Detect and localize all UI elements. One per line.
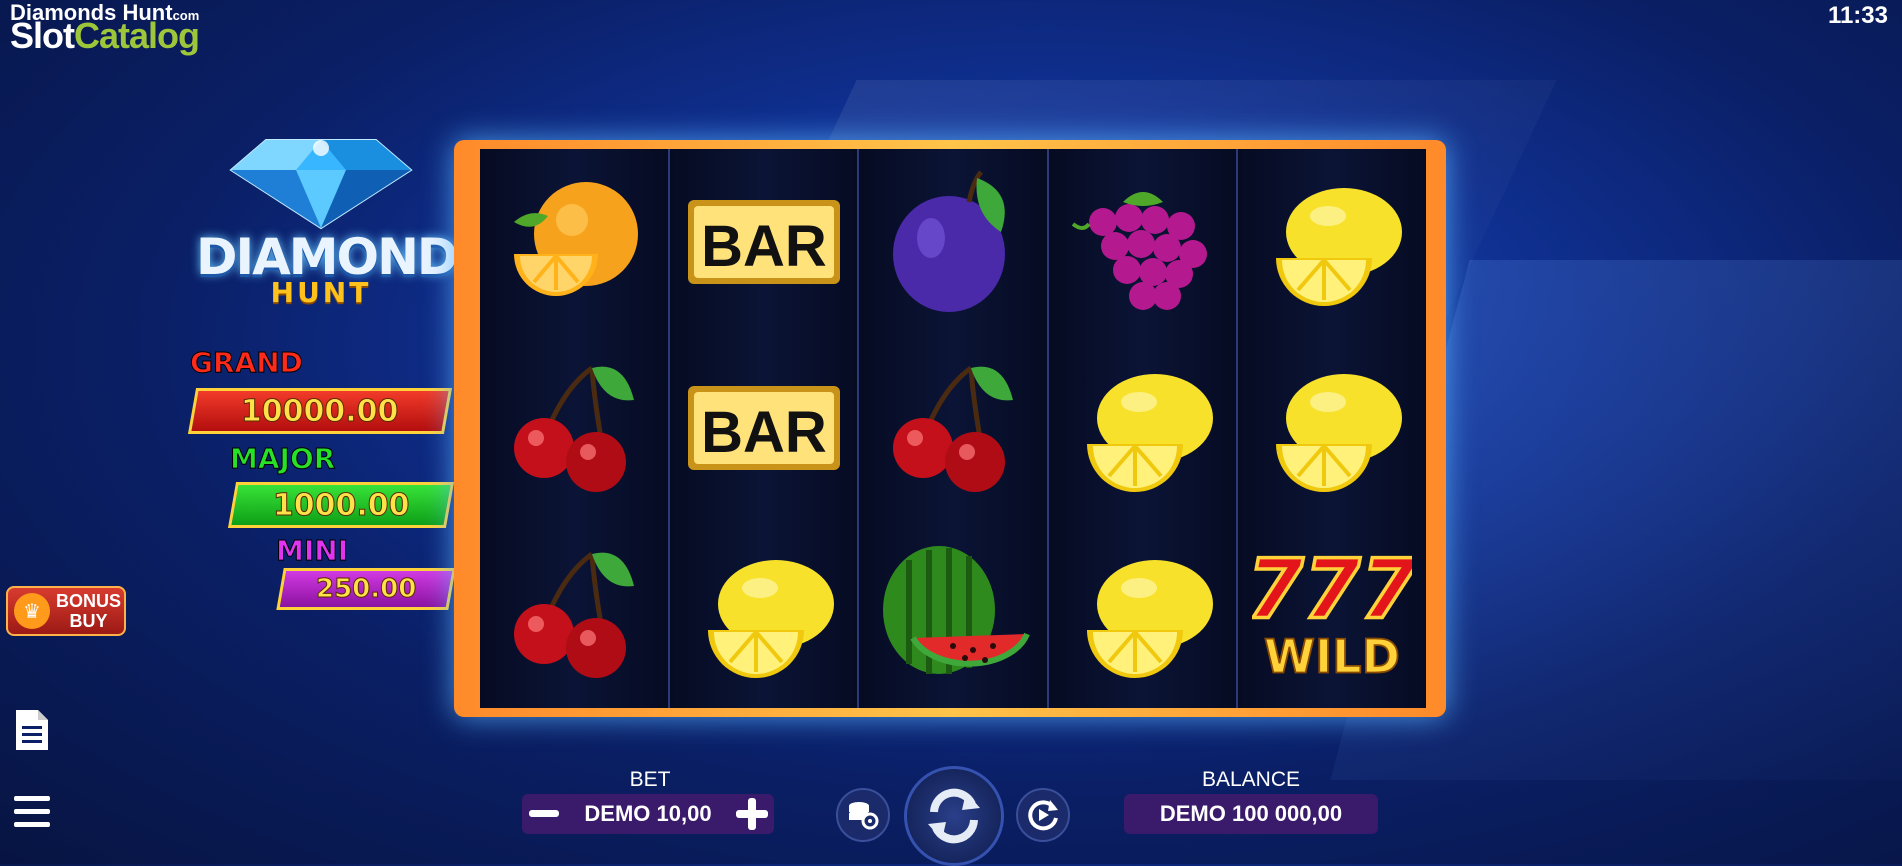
crown-icon: ♛ [14,593,50,629]
spin-icon [928,788,980,844]
symbol-cherry [480,335,668,521]
balance-value: DEMO 100 000,00 [1124,794,1378,834]
coin-settings-button[interactable] [836,788,890,842]
symbol-bar: BAR [670,149,858,335]
symbol-orange [480,149,668,335]
symbol-watermelon [859,521,1047,707]
coins-settings-icon [849,802,879,830]
symbol-lemon [1049,335,1237,521]
symbol-lemon [670,521,858,707]
svg-text:777: 777 [1252,543,1412,638]
plus-icon [736,798,768,830]
jackpot-mini-label: MINI [275,534,349,568]
symbol-lemon [1238,335,1426,521]
minus-icon [529,810,559,817]
paytable-button[interactable] [12,710,52,750]
symbol-grapes [1049,149,1237,335]
watermark-brand: Slot [10,15,75,56]
symbol-wild: 777 WILD [1238,521,1426,707]
game-logo-title: DIAMONDS [196,228,492,286]
symbol-lemon [1238,149,1426,335]
bonus-buy-label: BONUS [56,591,122,611]
symbol-cherry [859,335,1047,521]
menu-button[interactable] [12,792,52,832]
jackpot-grand-label: GRAND [190,346,304,380]
svg-text:WILD: WILD [1264,630,1400,684]
bonus-buy-label: BUY [69,611,108,631]
bonus-buy-button[interactable]: ♛ BONUS BUY [6,586,126,636]
watermark-brand: Catalog [74,15,200,56]
symbol-lemon [1049,521,1237,707]
symbol-plum [859,149,1047,335]
bet-label: BET [629,768,671,791]
symbol-bar: BAR [670,335,858,521]
menu-icon [14,796,50,827]
svg-text:BAR: BAR [701,214,827,279]
jackpot-major-label: MAJOR [229,442,336,476]
watermark: Diamonds Huntcom SlotCatalog [10,2,200,56]
balance-label: BALANCE [1201,768,1301,791]
symbol-cherry [480,521,668,707]
bet-decrease-button[interactable] [526,796,562,832]
autoplay-button[interactable] [1016,788,1070,842]
bet-panel: DEMO 10,00 [522,794,774,834]
autoplay-icon [1028,800,1058,831]
document-icon [16,710,48,750]
jackpot-mini-value: 250.00 [276,568,456,610]
bet-increase-button[interactable] [734,796,770,832]
diamond-icon [229,139,413,230]
clock: 11:33 [1827,2,1888,29]
jackpot-grand-value: 10000.00 [187,388,453,434]
bet-value: DEMO 10,00 [584,801,712,826]
spin-button[interactable] [904,766,1004,866]
jackpot-major-value: 1000.00 [227,482,455,528]
game-logo: DIAMONDS HUNT [196,130,492,307]
svg-text:BAR: BAR [701,400,827,465]
